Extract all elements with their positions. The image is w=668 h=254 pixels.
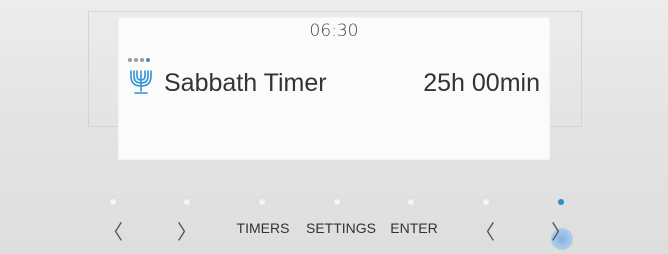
right-arrow-button[interactable]: 〉 bbox=[177, 216, 197, 245]
increase-button[interactable]: 〉 bbox=[551, 216, 571, 245]
clock-time: 06:30 bbox=[309, 21, 359, 41]
page-dot-active bbox=[146, 58, 150, 62]
settings-button[interactable]: SETTINGS bbox=[306, 220, 376, 236]
page-dot bbox=[134, 58, 138, 62]
indicator-led bbox=[408, 199, 414, 205]
display-screen: 06:30 Sabbath Timer 25h 00min bbox=[118, 17, 550, 160]
program-label: Sabbath Timer bbox=[164, 69, 327, 97]
control-panel: 06:30 Sabbath Timer 25h 00min 〈 〉 TIMERS… bbox=[0, 0, 668, 254]
indicator-led bbox=[334, 199, 340, 205]
indicator-led bbox=[259, 199, 265, 205]
decrease-button[interactable]: 〈 bbox=[475, 216, 495, 245]
indicator-led-active bbox=[558, 199, 564, 205]
left-arrow-button[interactable]: 〈 bbox=[103, 216, 123, 245]
button-row: 〈 〉 TIMERS SETTINGS ENTER 〈 〉 bbox=[0, 190, 668, 254]
enter-button[interactable]: ENTER bbox=[390, 220, 437, 236]
indicator-led bbox=[110, 199, 116, 205]
page-indicator bbox=[128, 58, 150, 64]
timers-button[interactable]: TIMERS bbox=[237, 220, 290, 236]
indicator-led bbox=[184, 199, 190, 205]
program-duration: 25h 00min bbox=[423, 69, 540, 97]
page-dot bbox=[128, 58, 132, 62]
indicator-led bbox=[483, 199, 489, 205]
menorah-icon bbox=[130, 70, 152, 94]
page-dot bbox=[140, 58, 144, 62]
